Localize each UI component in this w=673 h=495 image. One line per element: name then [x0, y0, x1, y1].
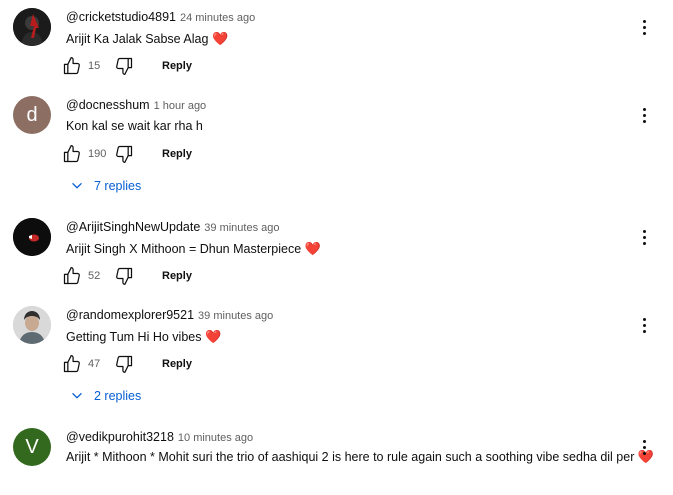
thumb-up-icon[interactable]: [62, 354, 82, 374]
author-name[interactable]: @ArijitSinghNewUpdate: [66, 220, 200, 234]
comment-timestamp[interactable]: 39 minutes ago: [204, 222, 279, 234]
avatar-letter: V: [25, 435, 39, 458]
chevron-down-icon: [70, 389, 84, 403]
like-count: 47: [88, 358, 101, 370]
comment-timestamp[interactable]: 10 minutes ago: [178, 432, 253, 444]
comment-body: Getting Tum Hi Ho vibes: [66, 330, 202, 344]
view-replies-button[interactable]: 2 replies: [70, 386, 141, 406]
author-name[interactable]: @docnesshum: [66, 98, 150, 112]
more-vert-icon[interactable]: [638, 315, 650, 335]
comment-timestamp[interactable]: 1 hour ago: [154, 100, 207, 112]
thumb-down-icon[interactable]: [114, 354, 134, 374]
replies-count-label: 7 replies: [94, 179, 142, 193]
comment-header: @vedikpurohit3218 10 minutes ago: [66, 429, 253, 446]
thumb-up-icon[interactable]: [62, 56, 82, 76]
comment-header: @cricketstudio4891 24 minutes ago: [66, 9, 255, 26]
comment-header: @randomexplorer9521 39 minutes ago: [66, 307, 273, 324]
like-count: 52: [88, 270, 101, 282]
comment-header: @ArijitSinghNewUpdate 39 minutes ago: [66, 219, 280, 236]
avatar[interactable]: V: [13, 428, 51, 466]
heart-emoji: ❤️: [204, 329, 222, 344]
heart-emoji: ❤️: [304, 241, 321, 256]
more-vert-icon[interactable]: [638, 437, 650, 457]
reply-button[interactable]: Reply: [162, 148, 192, 160]
author-name[interactable]: @vedikpurohit3218: [66, 430, 174, 444]
like-count: 15: [88, 60, 101, 72]
view-replies-button[interactable]: 7 replies: [70, 176, 141, 196]
more-vert-icon[interactable]: [638, 105, 650, 125]
avatar-image: [13, 218, 51, 256]
avatar-image: [13, 8, 51, 46]
comment-actions: 15 Reply: [62, 55, 192, 77]
comment-timestamp[interactable]: 24 minutes ago: [180, 12, 255, 24]
thumb-down-icon[interactable]: [114, 56, 134, 76]
comment-body: Arijit * Mithoon * Mohit suri the trio o…: [66, 450, 635, 464]
comment-header: @docnesshum 1 hour ago: [66, 97, 206, 114]
avatar[interactable]: [13, 8, 51, 46]
comment-text: Arijit Singh X Mithoon = Dhun Masterpiec…: [66, 239, 656, 259]
thumb-down-icon[interactable]: [114, 266, 134, 286]
author-name[interactable]: @cricketstudio4891: [66, 10, 176, 24]
avatar-image: [13, 306, 51, 344]
avatar-letter: d: [26, 103, 38, 126]
thumb-up-icon[interactable]: [62, 144, 82, 164]
replies-count-label: 2 replies: [94, 389, 142, 403]
like-count: 190: [88, 148, 107, 160]
avatar[interactable]: [13, 306, 51, 344]
author-name[interactable]: @randomexplorer9521: [66, 308, 194, 322]
avatar[interactable]: [13, 218, 51, 256]
comment-actions: 52 Reply: [62, 265, 192, 287]
more-vert-icon[interactable]: [638, 227, 650, 247]
thumb-down-icon[interactable]: [114, 144, 134, 164]
avatar[interactable]: d: [13, 96, 51, 134]
reply-button[interactable]: Reply: [162, 270, 192, 282]
chevron-down-icon: [70, 179, 84, 193]
more-vert-icon[interactable]: [638, 17, 650, 37]
comment-text: Kon kal se wait kar rha h: [66, 117, 656, 136]
comment-body: Kon kal se wait kar rha h: [66, 119, 203, 133]
thumb-up-icon[interactable]: [62, 266, 82, 286]
comment-body: Arijit Singh X Mithoon = Dhun Masterpiec…: [66, 242, 302, 256]
comment-text: Getting Tum Hi Ho vibes ❤️: [66, 327, 656, 347]
heart-emoji: ❤️: [211, 31, 229, 46]
comment-actions: 47 Reply: [62, 353, 192, 375]
comment-body: Arijit Ka Jalak Sabse Alag: [66, 32, 209, 46]
comment-text: Arijit * Mithoon * Mohit suri the trio o…: [66, 447, 656, 467]
comment-actions: 190 Reply: [62, 143, 192, 165]
reply-button[interactable]: Reply: [162, 358, 192, 370]
comment-text: Arijit Ka Jalak Sabse Alag ❤️: [66, 29, 656, 49]
reply-button[interactable]: Reply: [162, 60, 192, 72]
comment-timestamp[interactable]: 39 minutes ago: [198, 310, 273, 322]
